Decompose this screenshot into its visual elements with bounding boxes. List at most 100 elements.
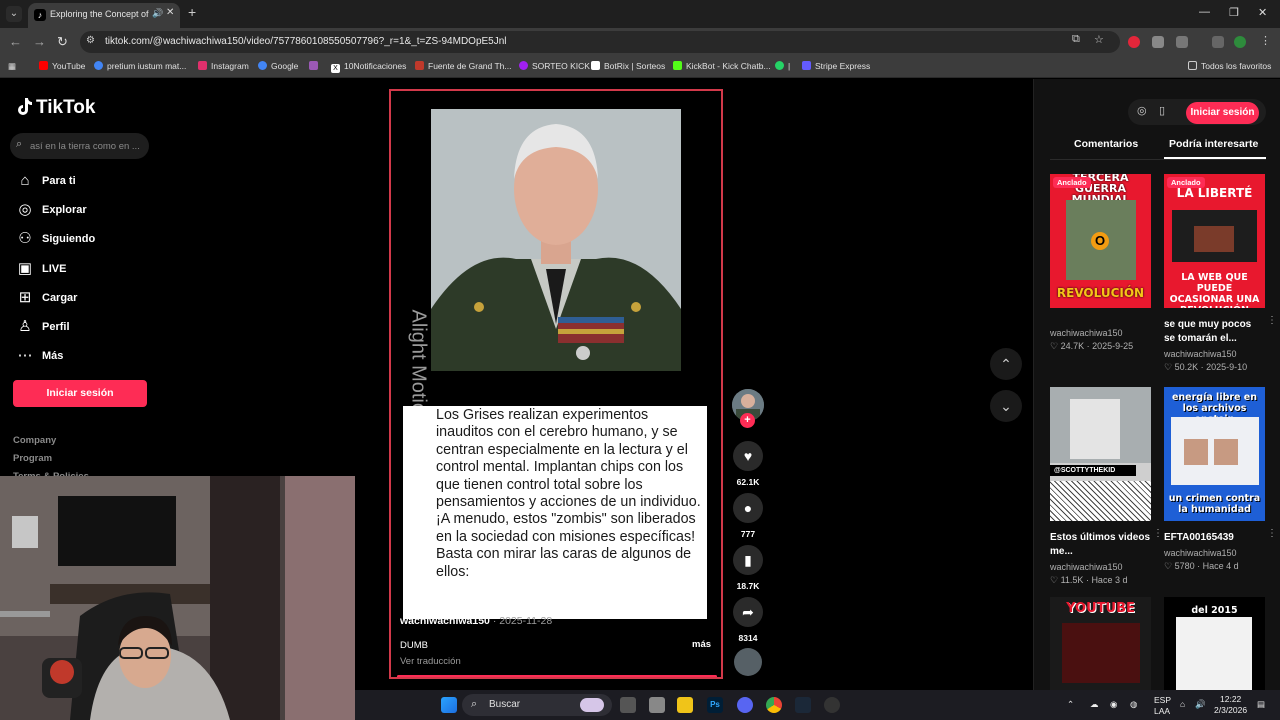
region-indicator[interactable]: LAA xyxy=(1154,706,1170,716)
windows-start-icon[interactable] xyxy=(441,697,457,713)
compass-icon[interactable]: ◎ xyxy=(1137,104,1147,117)
cast-icon[interactable]: ⧉ xyxy=(1072,33,1080,46)
video-title[interactable]: Estos últimos videos me... xyxy=(1050,531,1151,559)
video-thumbnail[interactable]: YOUTUBE xyxy=(1050,597,1151,690)
close-window-icon[interactable]: ✕ xyxy=(1258,6,1267,19)
comment-button[interactable]: ● 777 xyxy=(732,493,764,539)
extension-icon[interactable] xyxy=(1152,36,1164,48)
language-indicator[interactable]: ESP xyxy=(1154,695,1171,705)
new-tab-button[interactable]: + xyxy=(188,4,196,20)
clock-date[interactable]: 2/3/2026 xyxy=(1214,705,1247,715)
taskbar-search[interactable]: ⌕ Buscar xyxy=(462,694,612,716)
audio-playing-icon[interactable]: 🔊 xyxy=(152,8,163,19)
obs-icon[interactable] xyxy=(824,697,840,713)
more-options-icon[interactable]: ⋮ xyxy=(1267,315,1277,326)
suggested-video-card[interactable]: del 2015 xyxy=(1164,597,1265,690)
bookmark-botrix[interactable]: BotRix | Sorteos xyxy=(591,61,665,71)
tab-close-icon[interactable]: ✕ xyxy=(166,7,174,18)
video-author[interactable]: wachiwachiwa150 · 2025-11-28 xyxy=(400,615,552,627)
bookmark-google[interactable]: Google xyxy=(258,61,298,71)
address-bar[interactable]: ⚙ tiktok.com/@wachiwachiwa150/video/7577… xyxy=(80,31,1120,53)
video-author[interactable]: wachiwachiwa150 xyxy=(1164,548,1265,558)
clock-time[interactable]: 12:22 xyxy=(1220,694,1241,704)
video-thumbnail[interactable]: TERCERA GUERRA MUNDIAL O REVOLUCIÓN Ancl… xyxy=(1050,174,1151,308)
search-input[interactable]: ⌕ así en la tierra como en ... xyxy=(10,133,149,159)
like-button[interactable]: ♥ 62.1K xyxy=(732,441,764,487)
tray-steam-icon[interactable]: ◍ xyxy=(1130,699,1137,710)
tray-overflow-icon[interactable]: ⌃ xyxy=(1067,699,1074,710)
video-thumbnail[interactable]: @SCOTTYTHEKID xyxy=(1050,387,1151,521)
all-favorites-folder[interactable]: Todos los favoritos xyxy=(1188,61,1271,71)
video-author[interactable]: wachiwachiwa150 xyxy=(1050,562,1151,572)
bookmark-star-icon[interactable]: ☆ xyxy=(1094,33,1104,46)
bookmark-whatsapp[interactable]: | xyxy=(775,61,790,71)
previous-video-button[interactable]: ⌃ xyxy=(990,348,1022,380)
tray-app-icon[interactable]: ☁ xyxy=(1090,699,1099,710)
share-button[interactable]: ➦ 8314 xyxy=(732,597,764,643)
video-title[interactable]: se que muy pocos se tomarán el... xyxy=(1164,318,1265,346)
bookmark-unnamed[interactable] xyxy=(309,61,322,71)
reading-list-icon[interactable] xyxy=(1212,36,1224,48)
video-author[interactable]: wachiwachiwa150 xyxy=(1164,349,1265,359)
minimize-icon[interactable]: — xyxy=(1199,6,1210,18)
video-author[interactable]: wachiwachiwa150 xyxy=(1050,328,1151,338)
follow-plus-button[interactable]: + xyxy=(740,413,755,428)
tab-comentarios[interactable]: Comentarios xyxy=(1074,138,1138,150)
suggested-video-card[interactable]: LA LIBERTÉ LA WEB QUE PUEDE OCASIONAR UN… xyxy=(1164,174,1277,373)
chrome-menu-icon[interactable]: ⋮ xyxy=(1260,34,1271,47)
more-link[interactable]: más xyxy=(692,639,711,650)
video-thumbnail[interactable]: energía libre en los archivos epstein un… xyxy=(1164,387,1265,521)
volume-icon[interactable]: 🔊 xyxy=(1195,699,1206,710)
tray-app-icon[interactable]: ◉ xyxy=(1110,699,1117,710)
bookmark-grand-theft[interactable]: Fuente de Grand Th... xyxy=(415,61,511,71)
bookmark-pretium[interactable]: pretium iustum mat... xyxy=(94,61,186,71)
browser-tab-active[interactable]: ♪ Exploring the Concept of H 🔊 ✕ xyxy=(28,3,180,28)
suggested-video-card[interactable]: energía libre en los archivos epstein un… xyxy=(1164,387,1277,572)
tab-search-button[interactable]: ⌄ xyxy=(6,6,22,22)
app-icon[interactable] xyxy=(649,697,665,713)
tab-podria-interesarte[interactable]: Podría interesarte xyxy=(1169,138,1258,150)
login-button-header[interactable]: Iniciar sesión xyxy=(1186,102,1259,124)
suggested-video-card[interactable]: YOUTUBE xyxy=(1050,597,1151,690)
notification-icon[interactable]: ▤ xyxy=(1257,699,1265,710)
next-video-button[interactable]: ⌄ xyxy=(990,390,1022,422)
video-player[interactable]: Alight Motion Los Grises realizan experi… xyxy=(389,89,723,679)
login-button[interactable]: Iniciar sesión xyxy=(13,380,147,407)
footer-company[interactable]: Company xyxy=(13,435,56,446)
chrome-icon[interactable] xyxy=(766,697,782,713)
task-view-icon[interactable] xyxy=(620,697,636,713)
bookmark-sorteo-kick[interactable]: SORTEO KICK xyxy=(519,61,590,71)
site-info-icon[interactable]: ⚙ xyxy=(86,35,95,46)
network-icon[interactable]: ⌂ xyxy=(1180,699,1185,709)
apps-grid-icon[interactable]: ▦ xyxy=(8,61,16,72)
bookmark-kickbot[interactable]: KickBot - Kick Chatb... xyxy=(673,61,771,71)
translate-link[interactable]: Ver traducción xyxy=(400,656,461,667)
bookmark-stripe[interactable]: Stripe Express xyxy=(802,61,870,71)
discord-icon[interactable] xyxy=(737,697,753,713)
file-explorer-icon[interactable] xyxy=(677,697,693,713)
extension-record-icon[interactable] xyxy=(1128,36,1140,48)
extensions-puzzle-icon[interactable] xyxy=(1176,36,1188,48)
suggested-video-card[interactable]: TERCERA GUERRA MUNDIAL O REVOLUCIÓN Ancl… xyxy=(1050,174,1151,352)
music-disc-avatar[interactable] xyxy=(734,648,762,676)
more-options-icon[interactable]: ⋮ xyxy=(1153,528,1163,539)
video-progress-bar[interactable] xyxy=(397,675,717,677)
save-button[interactable]: ▮ 18.7K xyxy=(732,545,764,591)
video-thumbnail[interactable]: LA LIBERTÉ LA WEB QUE PUEDE OCASIONAR UN… xyxy=(1164,174,1265,308)
suggested-video-card[interactable]: @SCOTTYTHEKID ⋮ Estos últimos videos me.… xyxy=(1050,387,1163,586)
forward-icon[interactable]: → xyxy=(33,34,46,49)
back-icon[interactable]: ← xyxy=(9,34,22,49)
restore-icon[interactable]: ❐ xyxy=(1229,6,1239,19)
more-options-icon[interactable]: ⋮ xyxy=(1267,528,1277,539)
footer-program[interactable]: Program xyxy=(13,453,52,464)
reload-icon[interactable]: ↻ xyxy=(57,34,68,50)
steam-icon[interactable] xyxy=(795,697,811,713)
video-title[interactable]: EFTA00165439 xyxy=(1164,531,1265,545)
bookmark-youtube[interactable]: YouTube xyxy=(39,61,85,71)
video-thumbnail[interactable]: del 2015 xyxy=(1164,597,1265,690)
bookmark-10notificaciones[interactable]: X 10Notificaciones xyxy=(331,61,406,73)
tiktok-logo[interactable]: TikTok xyxy=(16,97,95,119)
profile-avatar-icon[interactable] xyxy=(1234,36,1246,48)
photoshop-icon[interactable]: Ps xyxy=(707,697,723,713)
bookmark-instagram[interactable]: Instagram xyxy=(198,61,249,71)
